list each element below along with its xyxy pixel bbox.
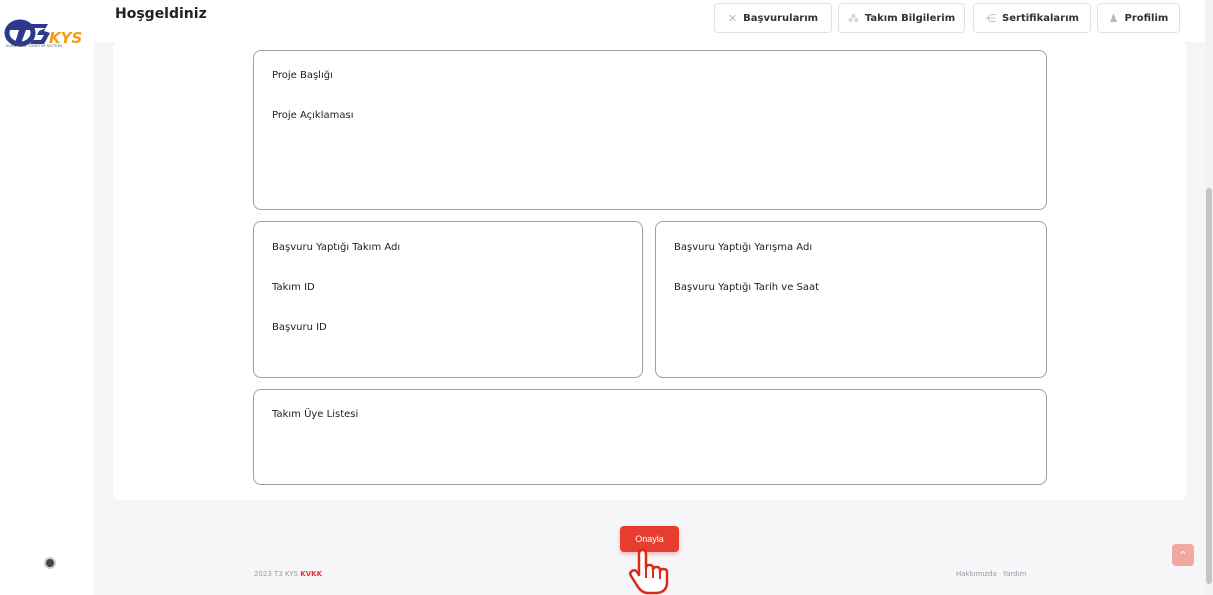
scroll-to-top-button[interactable]: ⌃ bbox=[1172, 544, 1194, 566]
team-members-panel: Takım Üye Listesi bbox=[253, 389, 1047, 485]
content-card: Proje Başlığı Proje Açıklaması Başvuru Y… bbox=[113, 42, 1186, 500]
logo-subtitle: KURUMSAL YÖNETİM SİSTEMİ bbox=[6, 44, 63, 48]
footer-links: Hakkımızda Yardım bbox=[956, 570, 1026, 578]
competition-name-label: Başvuru Yaptığı Yarışma Adı bbox=[674, 242, 813, 253]
nav-label: Başvurularım bbox=[743, 12, 819, 24]
application-id-label: Başvuru ID bbox=[272, 322, 327, 333]
top-header: Hoşgeldiniz ✕ Başvurularım ⁂ Takım Bilgi… bbox=[94, 0, 1213, 42]
nav-label: Takım Bilgilerim bbox=[864, 12, 956, 24]
nav-profile-button[interactable]: ♟ Profilim bbox=[1097, 3, 1180, 33]
kvkk-link[interactable]: KVKK bbox=[300, 570, 322, 578]
date-time-label: Başvuru Yaptığı Tarih ve Saat bbox=[674, 282, 820, 293]
page-title: Hoşgeldiniz bbox=[115, 6, 207, 22]
nav-team-info-button[interactable]: ⁂ Takım Bilgilerim bbox=[838, 3, 965, 33]
about-link[interactable]: Hakkımızda bbox=[956, 570, 997, 578]
tools-icon: ✕ bbox=[727, 11, 738, 25]
nav-applications-button[interactable]: ✕ Başvurularım bbox=[714, 3, 832, 33]
project-panel: Proje Başlığı Proje Açıklaması bbox=[253, 50, 1047, 210]
nav-certificates-button[interactable]: ⋲ Sertifikalarım bbox=[973, 3, 1091, 33]
nav-label: Profilim bbox=[1124, 12, 1169, 24]
sidebar: KYS KURUMSAL YÖNETİM SİSTEMİ bbox=[0, 0, 94, 595]
team-name-label: Başvuru Yaptığı Takım Adı bbox=[272, 242, 401, 253]
share-icon: ⋲ bbox=[985, 11, 997, 25]
competition-panel: Başvuru Yaptığı Yarışma Adı Başvuru Yapt… bbox=[655, 221, 1047, 378]
team-icon: ⁂ bbox=[847, 11, 859, 25]
team-members-label: Takım Üye Listesi bbox=[272, 409, 359, 420]
hand-pointer-icon bbox=[628, 548, 669, 595]
help-link[interactable]: Yardım bbox=[1003, 570, 1027, 578]
team-application-panel: Başvuru Yaptığı Takım Adı Takım ID Başvu… bbox=[253, 221, 643, 378]
footer-copyright: 2023 T3 KYS KVKK bbox=[254, 570, 322, 578]
project-description-label: Proje Açıklaması bbox=[272, 110, 354, 121]
chevron-up-icon: ⌃ bbox=[1178, 548, 1188, 562]
team-id-label: Takım ID bbox=[272, 282, 315, 293]
user-status-icon[interactable] bbox=[44, 557, 56, 569]
nav-label: Sertifikalarım bbox=[1002, 12, 1079, 24]
copyright-text: 2023 T3 KYS bbox=[254, 570, 299, 578]
scrollbar-thumb[interactable] bbox=[1206, 188, 1212, 584]
project-title-label: Proje Başlığı bbox=[272, 70, 333, 81]
user-icon: ♟ bbox=[1108, 11, 1119, 25]
